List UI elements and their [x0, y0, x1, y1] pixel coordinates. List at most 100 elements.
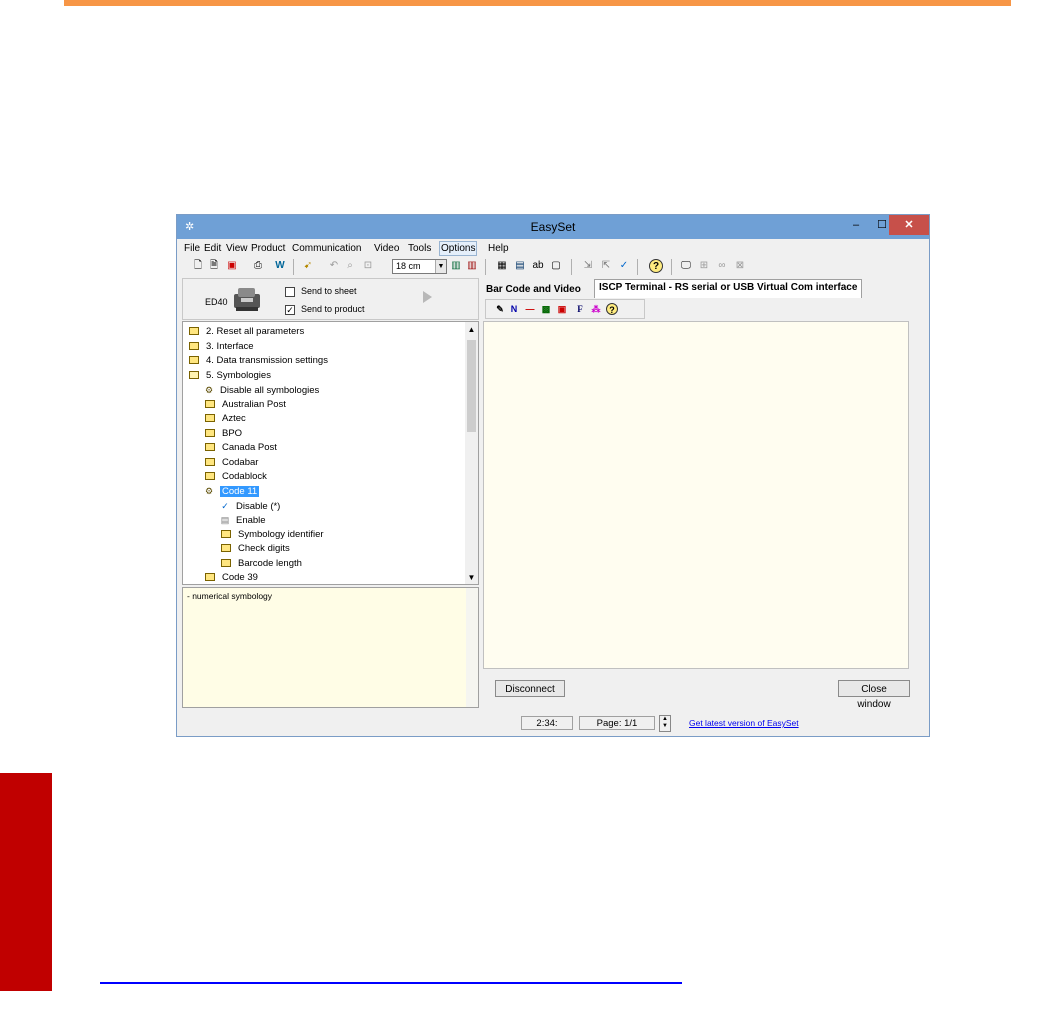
- menu-help[interactable]: Help: [487, 242, 510, 255]
- tree-item[interactable]: Barcode length: [219, 557, 302, 571]
- status-time: 2:34:: [521, 716, 573, 730]
- folder-icon: [205, 414, 215, 423]
- tree-item[interactable]: 4. Data transmission settings: [187, 354, 328, 368]
- save-file-icon[interactable]: ▣: [225, 259, 239, 273]
- help-icon[interactable]: ?: [649, 259, 663, 273]
- unlink-icon[interactable]: ⊠: [733, 259, 747, 273]
- text-icon[interactable]: ab: [531, 259, 545, 273]
- folder-icon: [205, 429, 215, 438]
- tree-item[interactable]: Code 39: [203, 571, 258, 584]
- folder-icon: [205, 443, 215, 452]
- menu-options[interactable]: Options: [439, 241, 478, 256]
- zoom-select[interactable]: 18 cm ▼: [392, 259, 447, 274]
- easyset-window: ✲ EasySet – ☐ ✕ File Edit View Product C…: [176, 214, 930, 737]
- tab-iscp-terminal[interactable]: ISCP Terminal - RS serial or USB Virtual…: [594, 279, 863, 298]
- menu-video[interactable]: Video: [373, 242, 400, 255]
- tree-item[interactable]: Codabar: [203, 456, 258, 470]
- description-scrollbar[interactable]: [466, 588, 478, 707]
- page-header-rule: [64, 0, 1011, 6]
- toolbar-separator: [293, 259, 294, 275]
- line-icon[interactable]: —: [524, 303, 536, 315]
- scroll-up-icon[interactable]: ▲: [465, 324, 478, 336]
- scrollbar-thumb[interactable]: [467, 340, 476, 432]
- play-icon[interactable]: [423, 291, 432, 303]
- minimize-button[interactable]: –: [843, 215, 869, 235]
- scroll-down-icon[interactable]: ▼: [465, 572, 478, 584]
- send-to-sheet-checkbox[interactable]: [285, 287, 295, 297]
- connect-icon[interactable]: ⊞: [697, 259, 711, 273]
- tree-item[interactable]: Check digits: [219, 542, 290, 556]
- pointer-icon[interactable]: ➹: [301, 259, 315, 273]
- print-icon[interactable]: ⎙: [251, 259, 265, 273]
- terminal-scrollbar[interactable]: [909, 321, 922, 669]
- send-to-product-checkbox[interactable]: ✓: [285, 305, 295, 315]
- toolbar-separator: [485, 259, 486, 275]
- toolbar-separator: [671, 259, 672, 275]
- pen-icon[interactable]: ✎: [494, 303, 506, 315]
- undo-icon[interactable]: ↶: [327, 259, 341, 273]
- barcode-icon[interactable]: ▥: [449, 259, 463, 273]
- zoom-icon[interactable]: ⊡: [361, 259, 375, 273]
- tree-item[interactable]: ⚙ Disable all symbologies: [203, 383, 319, 397]
- graph-icon[interactable]: ▩: [540, 303, 552, 315]
- footer-rule: [100, 982, 682, 984]
- window-title: EasySet: [530, 220, 576, 234]
- description-panel: - numerical symbology: [182, 587, 479, 708]
- menu-edit[interactable]: Edit: [203, 242, 222, 255]
- send-icon[interactable]: ⇲: [581, 259, 595, 273]
- barcode-red-icon[interactable]: ▥: [465, 259, 479, 273]
- tree-item[interactable]: BPO: [203, 427, 242, 441]
- tree-item[interactable]: ✓ Disable (*): [219, 499, 280, 513]
- barcode-list-icon[interactable]: ▦: [495, 259, 509, 273]
- tree-item[interactable]: Symbology identifier: [219, 528, 324, 542]
- tree-item[interactable]: 5. Symbologies: [187, 369, 271, 383]
- product-panel: ED40 Send to sheet ✓ Send to product: [182, 278, 479, 320]
- close-button[interactable]: ✕: [889, 215, 929, 235]
- tree-item[interactable]: Australian Post: [203, 398, 286, 412]
- tab-bar-code-and-video[interactable]: Bar Code and Video: [486, 282, 581, 298]
- product-label: ED40: [205, 297, 228, 307]
- folder-icon: [189, 327, 199, 336]
- parameter-tree[interactable]: 2. Reset all parameters 3. Interface 4. …: [182, 321, 479, 585]
- barcode-video-icon[interactable]: ▤: [513, 259, 527, 273]
- folder-icon: [221, 559, 231, 568]
- tree-scrollbar[interactable]: ▲ ▼: [465, 322, 478, 584]
- tree-item[interactable]: 2. Reset all parameters: [187, 325, 304, 339]
- chevron-down-icon[interactable]: ▼: [435, 260, 446, 273]
- new-file-icon[interactable]: 🗋: [191, 259, 205, 273]
- tree-item[interactable]: Aztec: [203, 412, 246, 426]
- menu-view[interactable]: View: [225, 242, 249, 255]
- latest-version-link[interactable]: Get latest version of EasySet: [689, 718, 799, 728]
- menu-communication[interactable]: Communication: [291, 242, 362, 255]
- send-to-sheet-label: Send to sheet: [301, 286, 357, 296]
- title-bar: ✲ EasySet – ☐ ✕: [177, 215, 929, 239]
- numbering-icon[interactable]: N: [508, 303, 520, 315]
- tree-item[interactable]: Codablock: [203, 470, 267, 484]
- page-spinner[interactable]: ▲ ▼: [659, 715, 671, 732]
- menu-product[interactable]: Product: [250, 242, 286, 255]
- menu-file[interactable]: File: [183, 242, 201, 255]
- main-toolbar: 🗋 🗎 ▣ ⎙ W ➹ ↶ ⌕ ⊡ 18 cm ▼ ▥ ▥ ▦ ▤ ab ▢ ⇲…: [181, 257, 757, 277]
- open-file-icon[interactable]: 🗎: [207, 259, 221, 273]
- disconnect-button[interactable]: Disconnect: [495, 680, 565, 697]
- word-export-icon[interactable]: W: [273, 259, 287, 273]
- hex-icon[interactable]: ⁂: [590, 303, 602, 315]
- font-icon[interactable]: F: [574, 303, 586, 315]
- close-window-button[interactable]: Close window: [838, 680, 910, 710]
- image-icon[interactable]: ▣: [556, 303, 568, 315]
- terminal-area[interactable]: [483, 321, 909, 669]
- tree-item[interactable]: ▤ Enable: [219, 513, 266, 527]
- tree-item[interactable]: 3. Interface: [187, 340, 254, 354]
- folder-icon: [189, 342, 199, 351]
- frame-icon[interactable]: ▢: [549, 259, 563, 273]
- help-icon[interactable]: ?: [606, 303, 618, 315]
- tree-item[interactable]: Canada Post: [203, 441, 277, 455]
- receive-icon[interactable]: ⇱: [599, 259, 613, 273]
- toolbar-separator: [637, 259, 638, 275]
- menu-tools[interactable]: Tools: [407, 242, 432, 255]
- monitor-icon[interactable]: 🖵: [679, 259, 693, 273]
- tree-item-selected[interactable]: ⚙ Code 11: [203, 484, 260, 498]
- find-icon[interactable]: ⌕: [343, 259, 357, 273]
- link-icon[interactable]: ∞: [715, 259, 729, 273]
- check-icon[interactable]: ✓: [617, 259, 631, 273]
